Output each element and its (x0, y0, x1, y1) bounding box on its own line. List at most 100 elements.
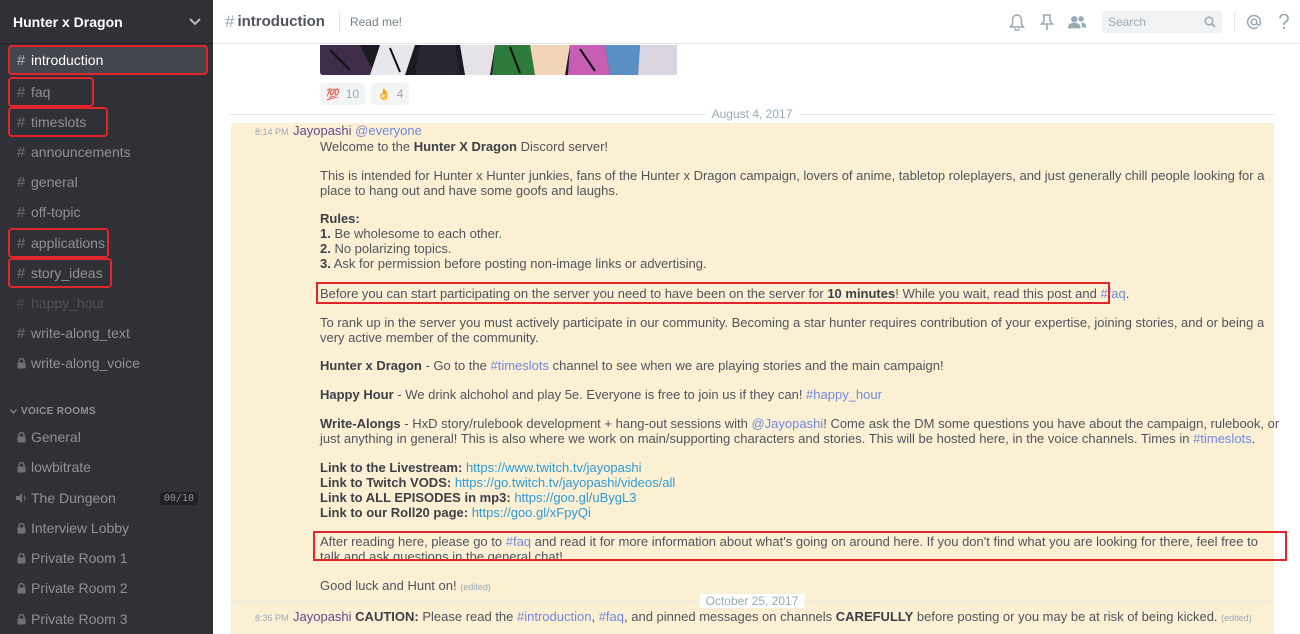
hash-icon: # (16, 294, 26, 312)
carefully-bold: CAREFULLY (835, 609, 914, 624)
channel-label: timeslots (31, 114, 87, 130)
reaction-100[interactable]: 💯 10 (320, 83, 366, 105)
everyone-mention[interactable]: @everyone (355, 123, 422, 138)
reactions-row: 💯 10 👌 4 (320, 83, 410, 105)
rank-paragraph: To rank up in the server you must active… (320, 315, 1265, 345)
reaction-count: 4 (396, 87, 404, 101)
link-url[interactable]: https://goo.gl/xFpyQi (472, 505, 591, 520)
channel-topic[interactable]: Read me! (350, 15, 402, 29)
link-label: Link to our Roll20 page: (320, 505, 469, 520)
mention-icon[interactable] (1244, 12, 1264, 32)
help-icon[interactable] (1274, 12, 1294, 32)
channel-announcements[interactable]: # announcements (10, 139, 206, 165)
voice-room-private-2[interactable]: Private Room 2 (10, 575, 206, 601)
message-list[interactable]: 💯 10 👌 4 August 4, 2017 8:14 PM Jayopash… (213, 45, 1300, 634)
channel-link-introduction[interactable]: #introduction (517, 609, 591, 624)
channel-write-along-voice[interactable]: write-along_voice (10, 350, 206, 376)
channel-link-timeslots[interactable]: #timeslots (1193, 431, 1252, 446)
user-limit-badge: 00/10 (159, 491, 198, 505)
hxd-title: Hunter x Dragon (320, 358, 422, 373)
channel-label: story_ideas (31, 265, 103, 281)
text: - HxD story/rulebook development + hang-… (400, 416, 752, 431)
channel-story-ideas[interactable]: # story_ideas (8, 258, 112, 288)
voice-room-general[interactable]: General (10, 424, 206, 450)
message-author[interactable]: Jayopashi (293, 123, 352, 138)
text: Good luck and Hunt on! (320, 578, 457, 593)
voice-room-lowbitrate[interactable]: lowbitrate (10, 454, 206, 480)
lock-icon (14, 582, 28, 594)
channel-label: write-along_text (31, 325, 130, 341)
channel-label: faq (31, 84, 51, 100)
channel-label: announcements (31, 144, 131, 160)
rules-section: Rules: 1. Be wholesome to each other. 2.… (320, 211, 1280, 271)
voice-rooms-header[interactable]: VOICE ROOMS (10, 406, 96, 417)
annotation-box (313, 531, 1287, 561)
message-timestamp: 8:14 PM (255, 127, 289, 137)
voice-room-label: Interview Lobby (31, 520, 130, 536)
server-name-bold: Hunter X Dragon (413, 139, 517, 154)
voice-room-the-dungeon[interactable]: The Dungeon 00/10 (10, 485, 206, 511)
channel-applications[interactable]: # applications (8, 228, 109, 258)
channel-label: applications (31, 235, 105, 251)
hash-icon: # (16, 173, 26, 191)
reaction-ok-hand[interactable]: 👌 4 (371, 83, 410, 105)
hash-icon: # (16, 113, 26, 131)
channel-introduction[interactable]: # introduction (8, 45, 208, 75)
chevron-down-icon[interactable] (189, 16, 201, 28)
voice-room-private-3[interactable]: Private Room 3 (10, 606, 206, 632)
text: - We drink alchohol and play 5e. Everyon… (393, 387, 807, 402)
channel-general[interactable]: # general (10, 169, 206, 195)
edited-tag: (edited) (460, 582, 491, 592)
rule-item: 3. Ask for permission before posting non… (320, 256, 1280, 271)
link-url[interactable]: https://goo.gl/uBygL3 (514, 490, 636, 505)
channel-faq[interactable]: # faq (8, 77, 94, 107)
reaction-emoji: 👌 (377, 88, 391, 101)
message-author[interactable]: Jayopashi (293, 609, 352, 624)
rules-title: Rules: (320, 211, 360, 226)
link-url[interactable]: https://www.twitch.tv/jayopashi (466, 460, 642, 475)
write-alongs-title: Write-Alongs (320, 416, 401, 431)
embedded-image[interactable] (320, 45, 677, 75)
message-body: Welcome to the Hunter X Dragon Discord s… (320, 139, 1280, 154)
members-icon[interactable] (1067, 12, 1087, 32)
voice-room-private-1[interactable]: Private Room 1 (10, 545, 206, 571)
rule-num: 3. (320, 256, 331, 271)
speaker-icon (14, 493, 28, 503)
bell-icon[interactable] (1007, 12, 1027, 32)
happy-hour-paragraph: Happy Hour - We drink alchohol and play … (320, 387, 1280, 402)
hash-icon: # (16, 234, 26, 252)
channel-timeslots[interactable]: # timeslots (8, 107, 108, 137)
link-row: Link to the Livestream: https://www.twit… (320, 460, 1280, 475)
chevron-down-icon (10, 409, 17, 414)
channel-label: general (31, 174, 78, 190)
write-alongs-paragraph: Write-Alongs - HxD story/rulebook develo… (320, 416, 1280, 446)
voice-room-label: Private Room 3 (31, 611, 128, 627)
search-icon (1204, 16, 1216, 28)
hash-lock-icon: # (16, 203, 26, 221)
server-header[interactable]: Hunter x Dragon (0, 0, 213, 44)
links-section: Link to the Livestream: https://www.twit… (320, 460, 1280, 520)
channel-off-topic[interactable]: # off-topic (10, 199, 206, 225)
channel-link-faq[interactable]: #faq (599, 609, 624, 624)
lock-icon (14, 522, 28, 534)
divider (1234, 12, 1235, 32)
link-url[interactable]: https://go.twitch.tv/jayopashi/videos/al… (455, 475, 675, 490)
voice-room-interview-lobby[interactable]: Interview Lobby (10, 515, 206, 541)
lock-icon (14, 357, 28, 369)
channel-link-timeslots[interactable]: #timeslots (491, 358, 550, 373)
text: , and pinned messages on channels (624, 609, 836, 624)
channel-label: off-topic (31, 204, 81, 220)
edited-tag: (edited) (1221, 613, 1252, 623)
user-mention[interactable]: @Jayopashi (751, 416, 823, 431)
channel-happy-hour[interactable]: # happy_hour (10, 290, 206, 316)
pin-icon[interactable] (1037, 12, 1057, 32)
text: , (591, 609, 599, 624)
rule-text: Be wholesome to each other. (330, 226, 503, 241)
channel-header: # introduction Read me! Search (213, 0, 1300, 44)
channel-write-along-text[interactable]: # write-along_text (10, 320, 206, 346)
link-row: Link to our Roll20 page: https://goo.gl/… (320, 505, 1280, 520)
channel-link-happy-hour[interactable]: #happy_hour (806, 387, 882, 402)
date-label: October 25, 2017 (699, 594, 805, 608)
search-input[interactable]: Search (1102, 11, 1222, 33)
server-name: Hunter x Dragon (13, 13, 123, 30)
